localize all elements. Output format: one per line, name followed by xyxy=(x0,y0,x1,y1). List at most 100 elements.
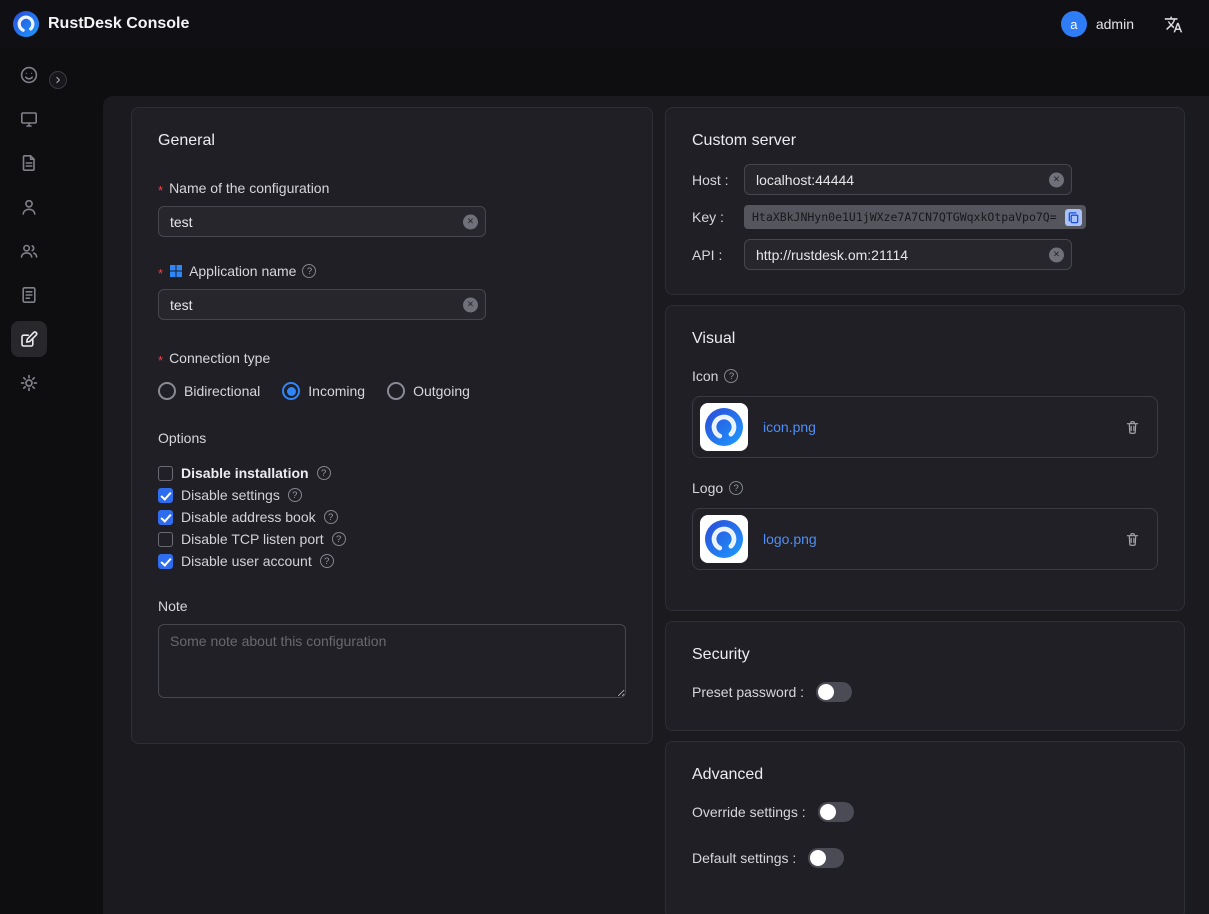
username: admin xyxy=(1096,16,1134,32)
note-label: Note xyxy=(158,598,188,614)
app-title: RustDesk Console xyxy=(48,15,189,33)
help-icon[interactable] xyxy=(302,264,316,278)
checkbox-disable-tcp-listen-port[interactable]: Disable TCP listen port xyxy=(158,528,626,550)
visual-card: Visual Icon icon.png xyxy=(665,305,1185,611)
delete-icon[interactable] xyxy=(1124,419,1141,436)
radio-bidirectional[interactable]: Bidirectional xyxy=(158,382,260,400)
clear-icon[interactable] xyxy=(1049,247,1064,262)
advanced-title: Advanced xyxy=(692,766,1158,784)
checkbox-box xyxy=(158,554,173,569)
sidebar-item-custom-clients[interactable] xyxy=(11,321,47,357)
help-icon[interactable] xyxy=(724,369,738,383)
help-icon[interactable] xyxy=(288,488,302,502)
key-label: Key : xyxy=(692,209,744,225)
host-row: Host : xyxy=(692,164,1158,195)
app-name-input-wrap xyxy=(158,289,486,320)
sidebar-expand-button[interactable] xyxy=(49,71,67,89)
config-name-label-row: Name of the configuration xyxy=(158,180,626,196)
note-textarea[interactable] xyxy=(158,624,626,698)
sidebar-item-devices[interactable] xyxy=(11,101,47,137)
help-icon[interactable] xyxy=(324,510,338,524)
icon-label: Icon xyxy=(692,368,718,384)
host-input-wrap xyxy=(744,164,1072,195)
radio-circle xyxy=(387,382,405,400)
help-icon[interactable] xyxy=(729,481,743,495)
logo-label-row: Logo xyxy=(692,480,1158,496)
server-key-chip: HtaXBkJNHyn0e1U1jWXze7A7CN7QTGWqxkOtpaVp… xyxy=(744,205,1086,229)
app-name-label-row: Application name xyxy=(158,263,626,279)
checkbox-label: Disable installation xyxy=(181,465,309,481)
connection-type-radio-group: Bidirectional Incoming Outgoing xyxy=(158,382,626,400)
radio-outgoing[interactable]: Outgoing xyxy=(387,382,470,400)
checkbox-disable-settings[interactable]: Disable settings xyxy=(158,484,626,506)
preset-password-row: Preset password : xyxy=(692,682,1158,702)
api-label: API : xyxy=(692,247,744,263)
radio-incoming[interactable]: Incoming xyxy=(282,382,365,400)
settings-icon xyxy=(19,373,39,393)
sidebar-item-logs[interactable] xyxy=(11,277,47,313)
advanced-card: Advanced Override settings : Default set… xyxy=(665,741,1185,914)
options-checkbox-list: Disable installation Disable settings Di… xyxy=(158,462,626,572)
default-settings-toggle[interactable] xyxy=(808,848,844,868)
checkbox-label: Disable address book xyxy=(181,509,316,525)
security-card: Security Preset password : xyxy=(665,621,1185,731)
custom-server-title: Custom server xyxy=(692,132,1158,150)
connection-type-label-row: Connection type xyxy=(158,350,626,366)
help-icon[interactable] xyxy=(317,466,331,480)
radio-circle xyxy=(158,382,176,400)
config-name-input[interactable] xyxy=(158,206,486,237)
help-icon[interactable] xyxy=(332,532,346,546)
default-settings-label: Default settings : xyxy=(692,850,796,866)
delete-icon[interactable] xyxy=(1124,531,1141,548)
sidebar xyxy=(0,48,58,914)
key-row: Key : HtaXBkJNHyn0e1U1jWXze7A7CN7QTGWqxk… xyxy=(692,205,1158,229)
general-card-title: General xyxy=(158,132,626,150)
api-row: API : xyxy=(692,239,1158,270)
app-name-input[interactable] xyxy=(158,289,486,320)
sidebar-item-users[interactable] xyxy=(11,189,47,225)
checkbox-disable-address-book[interactable]: Disable address book xyxy=(158,506,626,528)
app-name-label: Application name xyxy=(189,263,296,279)
clear-icon[interactable] xyxy=(463,214,478,229)
language-icon[interactable] xyxy=(1164,15,1183,34)
checkbox-disable-user-account[interactable]: Disable user account xyxy=(158,550,626,572)
note-label-row: Note xyxy=(158,598,626,614)
required-asterisk xyxy=(158,354,163,367)
visual-title: Visual xyxy=(692,330,1158,348)
sidebar-item-dashboard[interactable] xyxy=(11,57,47,93)
help-icon[interactable] xyxy=(320,554,334,568)
options-label-row: Options xyxy=(158,430,626,446)
server-key-value: HtaXBkJNHyn0e1U1jWXze7A7CN7QTGWqxkOtpaVp… xyxy=(752,210,1061,224)
sidebar-item-documents[interactable] xyxy=(11,145,47,181)
general-card: General Name of the configuration xyxy=(131,107,653,744)
copy-icon[interactable] xyxy=(1065,209,1082,226)
content-panel: General Name of the configuration xyxy=(103,96,1209,914)
default-settings-row: Default settings : xyxy=(692,848,1158,868)
main-content: General Name of the configuration xyxy=(58,48,1209,914)
required-asterisk xyxy=(158,184,163,197)
logo-file-link[interactable]: logo.png xyxy=(763,531,817,547)
avatar[interactable]: a xyxy=(1061,11,1087,37)
checkbox-box xyxy=(158,532,173,547)
preset-password-toggle[interactable] xyxy=(816,682,852,702)
override-settings-toggle[interactable] xyxy=(818,802,854,822)
user-menu[interactable]: a admin xyxy=(1061,11,1134,37)
topbar-right: a admin xyxy=(1061,11,1183,37)
host-input[interactable] xyxy=(744,164,1072,195)
clear-icon[interactable] xyxy=(1049,172,1064,187)
sidebar-item-settings[interactable] xyxy=(11,365,47,401)
checkbox-disable-installation[interactable]: Disable installation xyxy=(158,462,626,484)
checkbox-label: Disable TCP listen port xyxy=(181,531,324,547)
chevron-right-icon xyxy=(53,75,63,85)
icon-file-link[interactable]: icon.png xyxy=(763,419,816,435)
api-input[interactable] xyxy=(744,239,1072,270)
checkbox-label: Disable user account xyxy=(181,553,312,569)
clear-icon[interactable] xyxy=(463,297,478,312)
radio-label: Outgoing xyxy=(413,383,470,399)
radio-label: Incoming xyxy=(308,383,365,399)
required-asterisk xyxy=(158,267,163,280)
icon-label-row: Icon xyxy=(692,368,1158,384)
sidebar-item-groups[interactable] xyxy=(11,233,47,269)
logs-icon xyxy=(19,285,39,305)
logo-file-box: logo.png xyxy=(692,508,1158,570)
